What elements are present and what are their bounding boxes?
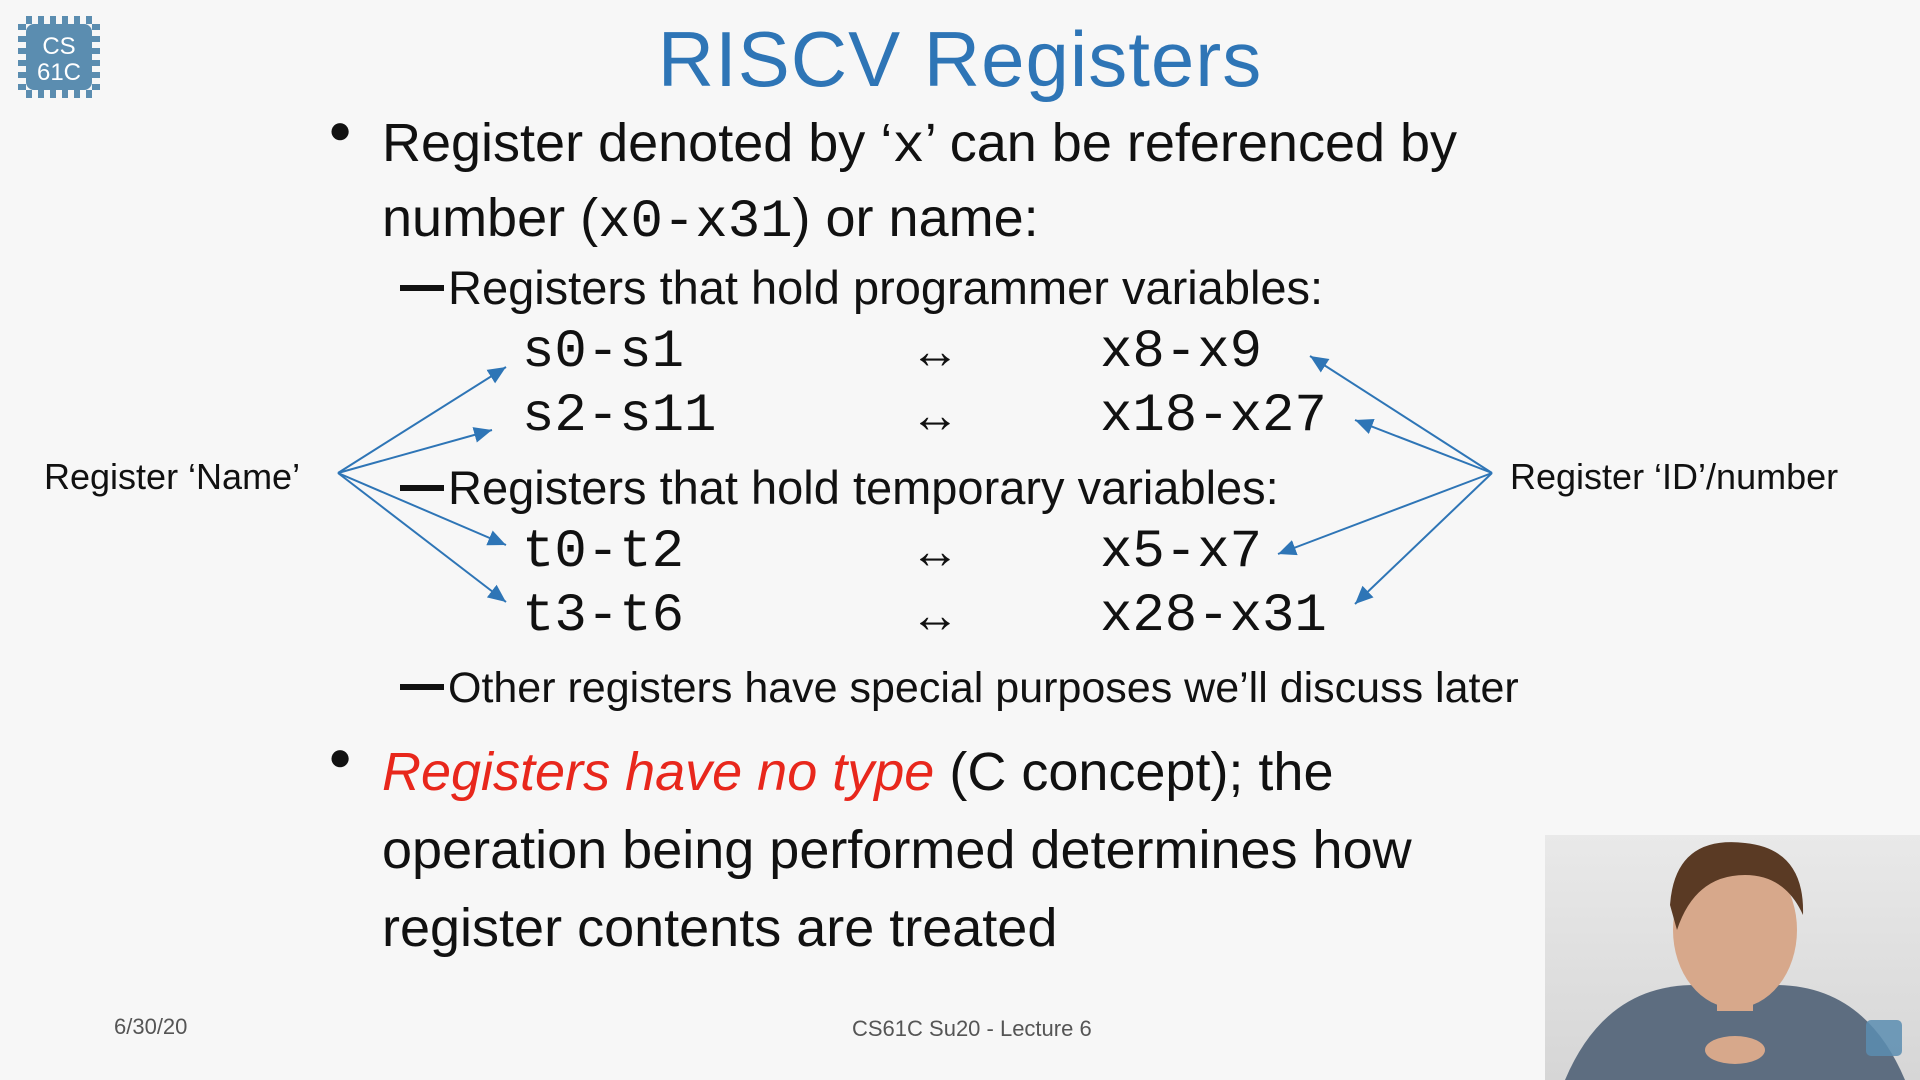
- presenter-video: [1545, 835, 1920, 1080]
- small-logo-icon: [1866, 1020, 1902, 1056]
- arrow-left-to-t0: [337, 472, 507, 546]
- arrow-left-to-t3: [337, 472, 507, 603]
- footer-course: CS61C Su20 - Lecture 6: [852, 1016, 1092, 1041]
- bullet-dot: ●: [328, 735, 353, 779]
- arrow-left-to-s2: [337, 427, 493, 474]
- bullet-2-line-1: Registers have no type (C concept); the: [382, 733, 1582, 811]
- arrow-left-to-s0: [337, 366, 507, 474]
- arrow-right-to-x28: [1354, 472, 1493, 605]
- bullet-2-line-2: operation being performed determines how: [382, 820, 1412, 880]
- bullet-2-line-3: register contents are treated: [382, 898, 1058, 958]
- arrow-right-to-x8: [1309, 355, 1493, 474]
- emphasis-text: Registers have no type: [382, 742, 935, 802]
- arrow-right-to-x5: [1277, 472, 1493, 556]
- bullet-2-text-a: (C concept); the: [934, 742, 1334, 802]
- bullet-2: Registers have no type (C concept); the …: [382, 733, 1582, 967]
- footer-date: 6/30/20: [114, 1014, 188, 1039]
